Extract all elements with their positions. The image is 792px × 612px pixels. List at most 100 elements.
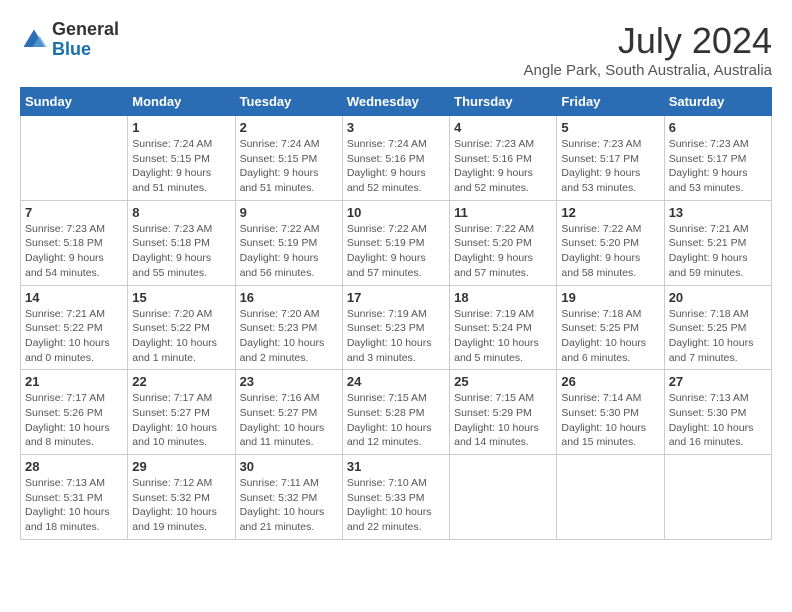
calendar-cell: 15 Sunrise: 7:20 AM Sunset: 5:22 PM Dayli… (128, 285, 235, 370)
calendar-cell: 21 Sunrise: 7:17 AM Sunset: 5:26 PM Dayli… (21, 370, 128, 455)
day-info: Sunrise: 7:22 AM Sunset: 5:19 PM Dayligh… (240, 222, 338, 281)
calendar-cell: 16Sunrise: 7:20 AM Sunset: 5:23 PM Dayli… (235, 285, 342, 370)
month-title: July 2024 (524, 20, 772, 62)
day-info: Sunrise: 7:24 AM Sunset: 5:15 PM Dayligh… (240, 137, 338, 196)
day-info: Sunrise: 7:23 AM Sunset: 5:17 PM Dayligh… (561, 137, 659, 196)
day-info: Sunrise: 7:15 AM Sunset: 5:28 PM Dayligh… (347, 391, 445, 450)
day-info: Sunrise: 7:11 AM Sunset: 5:32 PM Dayligh… (240, 476, 338, 535)
day-info: Sunrise: 7:17 AM Sunset: 5:26 PM Dayligh… (25, 391, 123, 450)
week-row-1: 1Sunrise: 7:24 AM Sunset: 5:15 PM Daylig… (21, 116, 772, 201)
weekday-header-saturday: Saturday (664, 88, 771, 116)
day-info: Sunrise: 7:13 AM Sunset: 5:30 PM Dayligh… (669, 391, 767, 450)
calendar-cell (21, 116, 128, 201)
day-info: Sunrise: 7:15 AM Sunset: 5:29 PM Dayligh… (454, 391, 552, 450)
day-number: 17 (347, 290, 445, 305)
calendar-cell: 6Sunrise: 7:23 AM Sunset: 5:17 PM Daylig… (664, 116, 771, 201)
day-info: Sunrise: 7:21 AM Sunset: 5:21 PM Dayligh… (669, 222, 767, 281)
calendar-cell: 9 Sunrise: 7:22 AM Sunset: 5:19 PM Daylig… (235, 200, 342, 285)
calendar-cell: 31Sunrise: 7:10 AM Sunset: 5:33 PM Dayli… (342, 455, 449, 540)
calendar-cell (664, 455, 771, 540)
day-info: Sunrise: 7:19 AM Sunset: 5:24 PM Dayligh… (454, 307, 552, 366)
day-number: 22 (132, 374, 230, 389)
calendar-cell: 28 Sunrise: 7:13 AM Sunset: 5:31 PM Dayli… (21, 455, 128, 540)
day-info: Sunrise: 7:23 AM Sunset: 5:16 PM Dayligh… (454, 137, 552, 196)
day-number: 27 (669, 374, 767, 389)
day-info: Sunrise: 7:23 AM Sunset: 5:18 PM Dayligh… (25, 222, 123, 281)
calendar-cell: 8 Sunrise: 7:23 AM Sunset: 5:18 PM Daylig… (128, 200, 235, 285)
day-info: Sunrise: 7:22 AM Sunset: 5:20 PM Dayligh… (561, 222, 659, 281)
day-number: 9 (240, 205, 338, 220)
day-number: 28 (25, 459, 123, 474)
day-info: Sunrise: 7:17 AM Sunset: 5:27 PM Dayligh… (132, 391, 230, 450)
day-number: 2 (240, 120, 338, 135)
day-number: 7 (25, 205, 123, 220)
day-info: Sunrise: 7:18 AM Sunset: 5:25 PM Dayligh… (669, 307, 767, 366)
calendar-cell: 10Sunrise: 7:22 AM Sunset: 5:19 PM Dayli… (342, 200, 449, 285)
title-block: July 2024 Angle Park, South Australia, A… (524, 20, 772, 79)
calendar-cell: 17 Sunrise: 7:19 AM Sunset: 5:23 PM Dayli… (342, 285, 449, 370)
day-number: 11 (454, 205, 552, 220)
calendar-cell: 12Sunrise: 7:22 AM Sunset: 5:20 PM Dayli… (557, 200, 664, 285)
calendar-cell: 4 Sunrise: 7:23 AM Sunset: 5:16 PM Daylig… (450, 116, 557, 201)
calendar-cell: 26Sunrise: 7:14 AM Sunset: 5:30 PM Dayli… (557, 370, 664, 455)
location: Angle Park, South Australia, Australia (524, 62, 772, 79)
week-row-4: 21 Sunrise: 7:17 AM Sunset: 5:26 PM Dayli… (21, 370, 772, 455)
calendar-cell: 20 Sunrise: 7:18 AM Sunset: 5:25 PM Dayli… (664, 285, 771, 370)
day-info: Sunrise: 7:19 AM Sunset: 5:23 PM Dayligh… (347, 307, 445, 366)
day-number: 3 (347, 120, 445, 135)
weekday-header-friday: Friday (557, 88, 664, 116)
day-info: Sunrise: 7:12 AM Sunset: 5:32 PM Dayligh… (132, 476, 230, 535)
calendar-cell: 7 Sunrise: 7:23 AM Sunset: 5:18 PM Daylig… (21, 200, 128, 285)
week-row-3: 14 Sunrise: 7:21 AM Sunset: 5:22 PM Dayli… (21, 285, 772, 370)
day-number: 21 (25, 374, 123, 389)
calendar-cell: 22 Sunrise: 7:17 AM Sunset: 5:27 PM Dayli… (128, 370, 235, 455)
calendar-cell: 29 Sunrise: 7:12 AM Sunset: 5:32 PM Dayli… (128, 455, 235, 540)
day-number: 14 (25, 290, 123, 305)
calendar-cell (557, 455, 664, 540)
week-row-2: 7 Sunrise: 7:23 AM Sunset: 5:18 PM Daylig… (21, 200, 772, 285)
week-row-5: 28 Sunrise: 7:13 AM Sunset: 5:31 PM Dayli… (21, 455, 772, 540)
day-info: Sunrise: 7:22 AM Sunset: 5:19 PM Dayligh… (347, 222, 445, 281)
day-number: 16 (240, 290, 338, 305)
logo-text: General Blue (52, 20, 119, 60)
logo-blue: Blue (52, 40, 119, 60)
weekday-header-row: SundayMondayTuesdayWednesdayThursdayFrid… (21, 88, 772, 116)
day-info: Sunrise: 7:23 AM Sunset: 5:18 PM Dayligh… (132, 222, 230, 281)
calendar-table: SundayMondayTuesdayWednesdayThursdayFrid… (20, 87, 772, 540)
calendar-cell: 23Sunrise: 7:16 AM Sunset: 5:27 PM Dayli… (235, 370, 342, 455)
day-number: 15 (132, 290, 230, 305)
calendar-cell: 18Sunrise: 7:19 AM Sunset: 5:24 PM Dayli… (450, 285, 557, 370)
day-info: Sunrise: 7:13 AM Sunset: 5:31 PM Dayligh… (25, 476, 123, 535)
day-number: 6 (669, 120, 767, 135)
calendar-cell: 30 Sunrise: 7:11 AM Sunset: 5:32 PM Dayli… (235, 455, 342, 540)
day-number: 26 (561, 374, 659, 389)
page-header: General Blue July 2024 Angle Park, South… (20, 20, 772, 79)
day-number: 20 (669, 290, 767, 305)
calendar-cell: 24Sunrise: 7:15 AM Sunset: 5:28 PM Dayli… (342, 370, 449, 455)
day-info: Sunrise: 7:21 AM Sunset: 5:22 PM Dayligh… (25, 307, 123, 366)
day-number: 4 (454, 120, 552, 135)
calendar-cell (450, 455, 557, 540)
logo-general: General (52, 20, 119, 40)
calendar-cell: 14 Sunrise: 7:21 AM Sunset: 5:22 PM Dayli… (21, 285, 128, 370)
day-number: 30 (240, 459, 338, 474)
day-info: Sunrise: 7:24 AM Sunset: 5:15 PM Dayligh… (132, 137, 230, 196)
day-info: Sunrise: 7:10 AM Sunset: 5:33 PM Dayligh… (347, 476, 445, 535)
day-number: 19 (561, 290, 659, 305)
day-info: Sunrise: 7:22 AM Sunset: 5:20 PM Dayligh… (454, 222, 552, 281)
calendar-cell: 3 Sunrise: 7:24 AM Sunset: 5:16 PM Daylig… (342, 116, 449, 201)
calendar-cell: 2 Sunrise: 7:24 AM Sunset: 5:15 PM Daylig… (235, 116, 342, 201)
day-number: 13 (669, 205, 767, 220)
calendar-cell: 13 Sunrise: 7:21 AM Sunset: 5:21 PM Dayli… (664, 200, 771, 285)
weekday-header-tuesday: Tuesday (235, 88, 342, 116)
day-info: Sunrise: 7:18 AM Sunset: 5:25 PM Dayligh… (561, 307, 659, 366)
day-info: Sunrise: 7:24 AM Sunset: 5:16 PM Dayligh… (347, 137, 445, 196)
day-number: 8 (132, 205, 230, 220)
weekday-header-monday: Monday (128, 88, 235, 116)
calendar-cell: 11 Sunrise: 7:22 AM Sunset: 5:20 PM Dayli… (450, 200, 557, 285)
day-number: 23 (240, 374, 338, 389)
day-info: Sunrise: 7:20 AM Sunset: 5:22 PM Dayligh… (132, 307, 230, 366)
calendar-cell: 5Sunrise: 7:23 AM Sunset: 5:17 PM Daylig… (557, 116, 664, 201)
day-number: 29 (132, 459, 230, 474)
day-number: 25 (454, 374, 552, 389)
